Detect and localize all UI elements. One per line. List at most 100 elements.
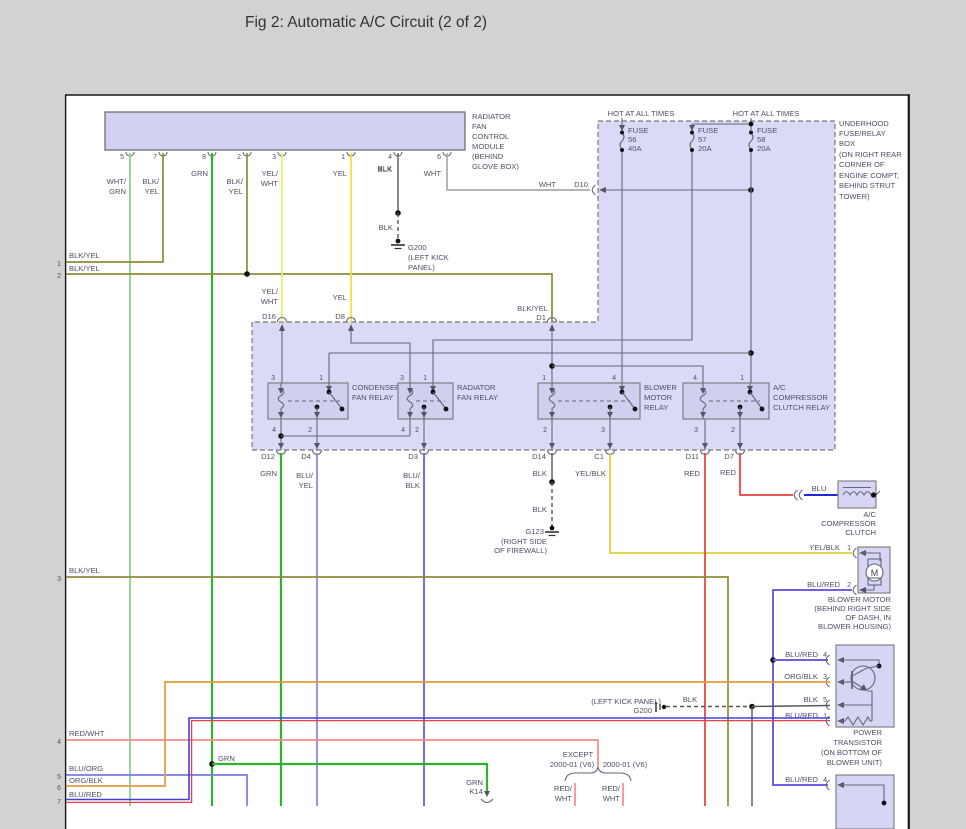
relay-name: FAN RELAY — [457, 393, 498, 402]
wire-color-label: WHT — [261, 179, 279, 188]
wire-color-label: YEL — [145, 187, 159, 196]
wire-color-label: WHT/ — [107, 177, 127, 186]
screenshot-root: Fig 2: Automatic A/C Circuit (2 of 2) RA… — [0, 0, 966, 829]
module-label-line: (BEHIND — [472, 152, 504, 161]
connector-label: D3 — [408, 452, 418, 461]
fuse-number: 57 — [698, 135, 706, 144]
fuse-rating: 20A — [698, 144, 712, 153]
component-label: BLOWER HOUSING) — [818, 622, 891, 631]
ground-location: OF FIREWALL) — [494, 546, 547, 555]
fuse-label: FUSE — [628, 126, 648, 135]
component-label: COMPRESSOR — [821, 519, 876, 528]
module-pin-number: 5 — [120, 154, 124, 161]
module-pin-number: 6 — [437, 154, 441, 161]
connector-label: D1 — [536, 313, 546, 322]
pin-number: 3 — [823, 674, 827, 681]
left-wire-label: RED/WHT — [69, 729, 105, 738]
wiring-diagram: RADIATOR FAN CONTROL MODULE (BEHIND GLOV… — [0, 0, 966, 829]
left-wire-label: BLK/YEL — [69, 264, 100, 273]
connector-label: C1 — [594, 452, 604, 461]
wire-color-label: ORG/BLK — [784, 672, 818, 681]
wire-color-label: BLU/RED — [785, 650, 818, 659]
relay-name: A/C — [773, 383, 786, 392]
relay-name: COMPRESSOR — [773, 393, 828, 402]
connector-label: D10 — [574, 180, 588, 189]
pin-number: 1 — [823, 713, 827, 720]
connector-label: D4 — [301, 452, 311, 461]
svg-text:UNDERHOOD: UNDERHOOD — [839, 119, 889, 128]
wire-color-label: YEL/BLK — [809, 543, 840, 552]
relay-pin: 2 — [731, 427, 735, 434]
relay-name: CONDENSER — [352, 383, 401, 392]
pin-number: 4 — [823, 652, 827, 659]
wire-color-label: YEL/ — [262, 287, 279, 296]
left-wire-label: BLK/YEL — [69, 251, 100, 260]
left-wire-number: 5 — [57, 774, 61, 781]
fuse-label: FUSE — [757, 126, 777, 135]
relay-name: CLUTCH RELAY — [773, 403, 830, 412]
connector-label: D14 — [532, 452, 546, 461]
relay-name: MOTOR — [644, 393, 673, 402]
module-pin-number: 1 — [341, 154, 345, 161]
relay-pin: 2 — [543, 427, 547, 434]
left-wire-number: 3 — [57, 576, 61, 583]
wire-color-label: GRN — [109, 187, 126, 196]
wire-color-label: RED — [684, 469, 701, 478]
wire-color-label: GRN — [218, 754, 235, 763]
wire-color-label: BLK — [533, 505, 547, 514]
relay-pin: 2 — [415, 427, 419, 434]
left-wire-number: 4 — [57, 739, 61, 746]
wire-color-label: BLU/RED — [807, 580, 840, 589]
wire-color-label: YEL/ — [262, 169, 279, 178]
module-label-line: MODULE — [472, 142, 505, 151]
module-pin-number: 2 — [237, 154, 241, 161]
hot-at-all-times-label: HOT AT ALL TIMES — [608, 109, 675, 118]
wire-color-label: BLK/YEL — [517, 304, 548, 313]
hot-at-all-times-label: HOT AT ALL TIMES — [733, 109, 800, 118]
motor-symbol: M — [871, 568, 879, 578]
wire-color-label: YEL — [333, 293, 347, 302]
component-label: CLUTCH — [845, 528, 876, 537]
wire-color-label: RED — [720, 468, 737, 477]
module-pin-number: 4 — [388, 154, 392, 161]
relay-name: RADIATOR — [457, 383, 496, 392]
svg-text:ENGINE COMPT,: ENGINE COMPT, — [839, 171, 899, 180]
relay-pin: 3 — [271, 375, 275, 382]
relay-name: BLOWER — [644, 383, 677, 392]
pin-number: 5 — [823, 697, 827, 704]
module-pin-number: 3 — [272, 154, 276, 161]
wire-color-label: RED/ — [554, 784, 573, 793]
component-label: (BEHIND RIGHT SIDE — [814, 604, 891, 613]
connector-label: D7 — [724, 452, 734, 461]
ground-location: (LEFT KICK PANEL) — [591, 697, 661, 706]
ground-name: G123 — [525, 527, 544, 536]
module-label-line: GLOVE BOX) — [472, 162, 519, 171]
left-wire-label: BLU/RED — [69, 790, 102, 799]
fuse-rating: 20A — [757, 144, 771, 153]
wire-color-label: WHT — [603, 794, 621, 803]
connector-label: D16 — [262, 312, 276, 321]
connector-label: D12 — [261, 452, 275, 461]
module-pin-number: 8 — [202, 154, 206, 161]
left-wire-label: BLK/YEL — [69, 566, 100, 575]
fuse-label: FUSE — [698, 126, 718, 135]
wire-color-label: YEL — [229, 187, 243, 196]
relay-pin: 1 — [319, 375, 323, 382]
fuse-number: 58 — [757, 135, 765, 144]
wire-blk-pin5 — [752, 706, 830, 707]
svg-text:BEHIND STRUT: BEHIND STRUT — [839, 181, 895, 190]
ground-location: (RIGHT SIDE — [501, 537, 547, 546]
relay-pin: 4 — [272, 427, 276, 434]
relay-pin: 1 — [740, 375, 744, 382]
wire-color-label: BLK — [379, 223, 393, 232]
svg-text:(ON RIGHT REAR: (ON RIGHT REAR — [839, 150, 902, 159]
wire-color-label: BLK/ — [143, 177, 160, 186]
component-label: BLOWER MOTOR — [828, 595, 892, 604]
relay-pin: 3 — [694, 427, 698, 434]
wire-color-label: BLU/ — [296, 471, 314, 480]
wire-color-label: BLK — [406, 481, 420, 490]
relay-pin: 1 — [423, 375, 427, 382]
module-label-line: CONTROL — [472, 132, 509, 141]
ground-name: G200 — [633, 706, 652, 715]
svg-text:BOX: BOX — [839, 139, 855, 148]
